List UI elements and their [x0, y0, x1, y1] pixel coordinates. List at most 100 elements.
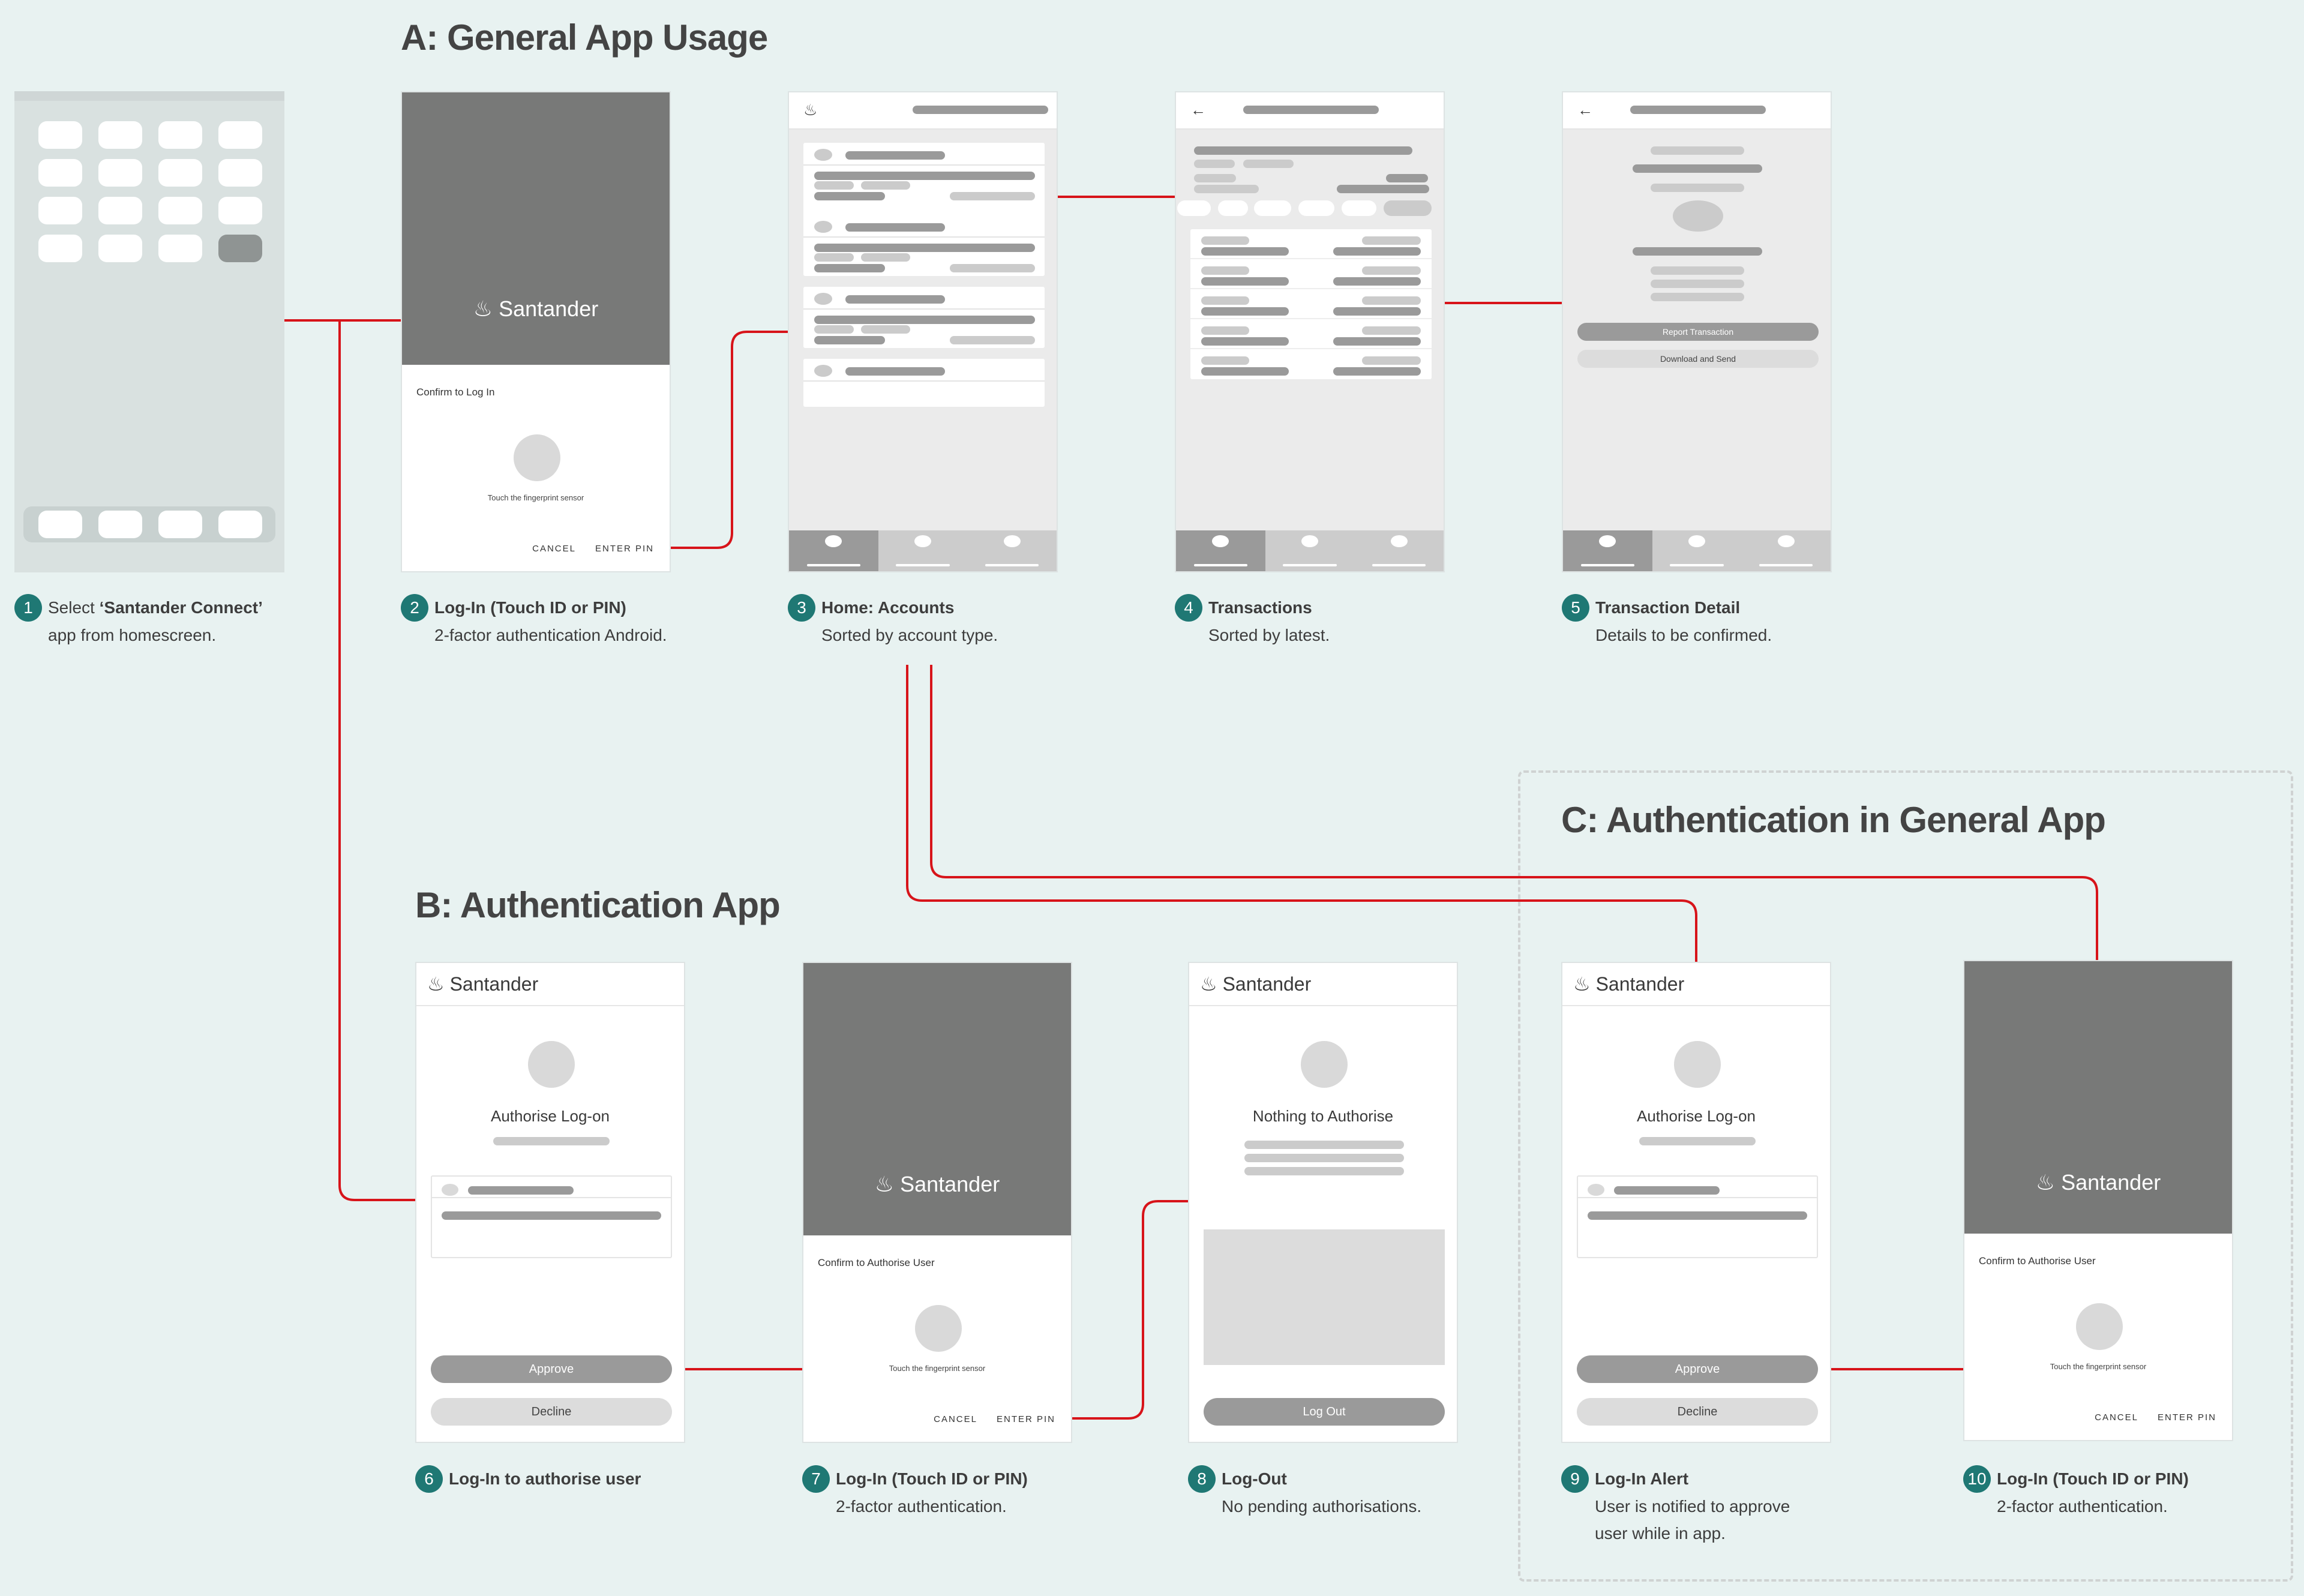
caption-subtitle: No pending authorisations.: [1222, 1496, 1422, 1516]
nav-tab[interactable]: [1741, 530, 1831, 571]
decline-button[interactable]: Decline: [1577, 1398, 1818, 1426]
avatar-placeholder: [528, 1041, 575, 1088]
app-icon[interactable]: [98, 159, 142, 187]
caption-subtitle: User is notified to approve user while i…: [1595, 1496, 1790, 1543]
step-caption-6: 6 Log-In to authorise user: [415, 1464, 751, 1493]
app-icon[interactable]: [38, 121, 82, 149]
screen-authorise-logon: ♨ Santander Authorise Log-on Approve Dec…: [415, 962, 685, 1443]
merchant-avatar: [1673, 200, 1723, 232]
screen-login-fingerprint: ♨ Santander Confirm to Log In Touch the …: [401, 91, 671, 572]
approve-button[interactable]: Approve: [1577, 1355, 1818, 1383]
filter-chip-active[interactable]: [1384, 200, 1432, 216]
brand-name: Santander: [499, 296, 599, 321]
bottom-nav: [789, 530, 1057, 571]
enter-pin-button[interactable]: ENTER PIN: [2158, 1412, 2216, 1423]
app-icon[interactable]: [98, 235, 142, 262]
transaction-row[interactable]: [1190, 289, 1432, 319]
brand-name: Santander: [1595, 973, 1685, 995]
filter-chip[interactable]: [1177, 200, 1211, 216]
cancel-button[interactable]: CANCEL: [934, 1414, 977, 1424]
santander-flame-icon: ♨: [803, 101, 818, 119]
nav-tab[interactable]: [1354, 530, 1444, 571]
step-caption-5: 5 Transaction Detail Details to be confir…: [1562, 593, 1898, 649]
nav-tab[interactable]: [1265, 530, 1355, 571]
cancel-button[interactable]: CANCEL: [2095, 1412, 2138, 1423]
caption-title: Transaction Detail: [1595, 598, 1741, 617]
screen-confirm-authorise-in-app: ♨ Santander Confirm to Authorise User To…: [1963, 960, 2233, 1441]
report-transaction-button[interactable]: Report Transaction: [1577, 323, 1819, 341]
screen-title: Authorise Log-on: [490, 1107, 610, 1125]
app-icon[interactable]: [158, 235, 202, 262]
nav-tab[interactable]: [878, 530, 968, 571]
santander-connect-app-icon[interactable]: [218, 235, 262, 262]
app-icon[interactable]: [38, 235, 82, 262]
back-arrow-icon[interactable]: ←: [1190, 101, 1206, 119]
transaction-row[interactable]: [1190, 319, 1432, 349]
dock-app-icon[interactable]: [218, 511, 262, 538]
app-icon[interactable]: [158, 159, 202, 187]
app-header: ♨ Santander: [416, 963, 684, 1006]
enter-pin-button[interactable]: ENTER PIN: [595, 544, 654, 554]
step-caption-3: 3 Home: Accounts Sorted by account type.: [788, 593, 1124, 649]
santander-logo: ♨ Santander: [427, 973, 538, 995]
filter-chip[interactable]: [1254, 200, 1291, 216]
dock-app-icon[interactable]: [98, 511, 142, 538]
step-badge: 7: [802, 1465, 830, 1493]
title-placeholder: [1243, 106, 1379, 114]
santander-logo: ♨ Santander: [1573, 973, 1684, 995]
nav-tab[interactable]: [967, 530, 1057, 571]
account-card[interactable]: [803, 287, 1045, 348]
filter-chip[interactable]: [1298, 200, 1334, 216]
flame-icon: ♨: [2035, 1170, 2056, 1195]
app-icon[interactable]: [218, 159, 262, 187]
dialog-actions: CANCEL ENTER PIN: [513, 544, 654, 554]
account-card[interactable]: [803, 215, 1045, 276]
caption-subtitle: app from homescreen.: [48, 625, 217, 644]
app-icon[interactable]: [98, 121, 142, 149]
app-icon[interactable]: [98, 197, 142, 224]
connector-2-to-3: [671, 331, 788, 549]
caption-prefix: Select: [48, 598, 100, 617]
transactions-body: [1176, 130, 1444, 571]
back-arrow-icon[interactable]: ←: [1577, 101, 1593, 119]
nav-tab[interactable]: [789, 530, 878, 571]
santander-logo: ♨ Santander: [1200, 973, 1311, 995]
app-icon[interactable]: [218, 121, 262, 149]
dialog-title: Confirm to Authorise User: [1979, 1255, 2096, 1267]
approve-button[interactable]: Approve: [431, 1355, 672, 1383]
caption-subtitle: 2-factor authentication.: [1997, 1496, 2168, 1516]
fingerprint-hint: Touch the fingerprint sensor: [889, 1364, 986, 1373]
caption-subtitle: 2-factor authentication.: [836, 1496, 1007, 1516]
nav-tab[interactable]: [1563, 530, 1652, 571]
dock-app-icon[interactable]: [38, 511, 82, 538]
step-badge: 5: [1562, 593, 1589, 622]
transaction-row[interactable]: [1190, 349, 1432, 379]
caption-subtitle: Sorted by latest.: [1208, 625, 1330, 644]
filter-chip[interactable]: [1218, 200, 1248, 216]
app-icon[interactable]: [158, 121, 202, 149]
transaction-row[interactable]: [1190, 259, 1432, 289]
section-a-title: A: General App Usage: [401, 17, 768, 58]
cancel-button[interactable]: CANCEL: [532, 544, 576, 554]
brand-name: Santander: [2061, 1170, 2161, 1195]
santander-logo: ♨ Santander: [803, 1172, 1071, 1197]
enter-pin-button[interactable]: ENTER PIN: [997, 1414, 1055, 1424]
splash-header: ♨ Santander: [1964, 961, 2232, 1234]
filter-chip[interactable]: [1342, 200, 1376, 216]
log-out-button[interactable]: Log Out: [1204, 1398, 1445, 1426]
app-icon[interactable]: [218, 197, 262, 224]
app-icon[interactable]: [38, 197, 82, 224]
app-bar: ←: [1176, 92, 1444, 130]
nav-tab[interactable]: [1652, 530, 1742, 571]
login-request-card: [1577, 1175, 1818, 1258]
avatar-placeholder: [1301, 1041, 1348, 1088]
account-card[interactable]: [803, 359, 1045, 407]
caption-title: Log-In (Touch ID or PIN): [836, 1469, 1028, 1489]
decline-button[interactable]: Decline: [431, 1398, 672, 1426]
app-icon[interactable]: [158, 197, 202, 224]
app-icon[interactable]: [38, 159, 82, 187]
dock-app-icon[interactable]: [158, 511, 202, 538]
download-and-send-button[interactable]: Download and Send: [1577, 350, 1819, 368]
nav-tab[interactable]: [1176, 530, 1265, 571]
transaction-row[interactable]: [1190, 229, 1432, 259]
